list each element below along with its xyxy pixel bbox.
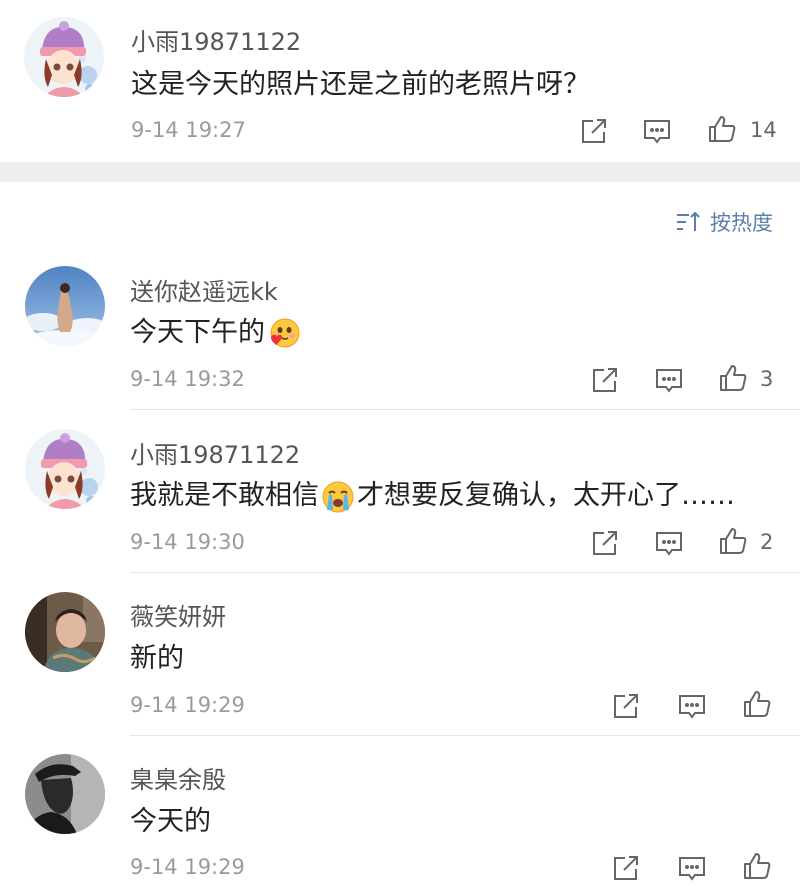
avatar-girl-image (25, 429, 105, 509)
like-count: 14 (750, 118, 777, 142)
avatar-sky-photo (25, 266, 105, 346)
username[interactable]: 小雨19871122 (130, 435, 300, 470)
avatar[interactable] (24, 17, 104, 97)
timestamp: 9-14 19:30 (130, 530, 245, 554)
avatar[interactable] (25, 429, 105, 509)
comment-icon[interactable] (641, 115, 673, 147)
comment-text: 今天的 (130, 806, 211, 837)
comment-text: 这是今天的照片还是之前的老照片呀？ (131, 69, 590, 100)
share-icon[interactable] (610, 852, 642, 884)
divider (130, 409, 800, 410)
thumbs-up-icon[interactable] (717, 362, 749, 394)
comment-icon[interactable] (676, 852, 708, 884)
username[interactable]: 送你赵遥远kk (130, 272, 278, 307)
avatar-girl-image (24, 17, 104, 97)
username[interactable]: 小雨19871122 (131, 22, 301, 57)
share-icon[interactable] (589, 364, 621, 396)
comment-text: 今天下午的 (130, 310, 303, 351)
comment-icon[interactable] (653, 527, 685, 559)
username[interactable]: 臬臬余殷 (130, 760, 226, 795)
top-comment: 小雨19871122 这是今天的照片还是之前的老照片呀？ 9-14 19:27 … (0, 0, 800, 162)
thumbs-up-icon[interactable] (706, 113, 738, 145)
divider (130, 735, 800, 736)
share-icon[interactable] (589, 527, 621, 559)
avatar-silhouette-photo (25, 754, 105, 834)
share-icon[interactable] (578, 115, 610, 147)
avatar[interactable] (25, 592, 105, 672)
sort-label: 按热度 (710, 211, 773, 235)
smiling-face-with-heart-emoji (267, 317, 301, 351)
avatar[interactable] (25, 266, 105, 346)
thumbs-up-icon[interactable] (717, 525, 749, 557)
comment-text: 我就是不敢相信 才想要反复确认，太开心了…… (130, 473, 735, 514)
like-count: 3 (760, 367, 774, 391)
divider (130, 572, 800, 573)
timestamp: 9-14 19:32 (130, 367, 245, 391)
thumbs-up-icon[interactable] (741, 850, 773, 882)
share-icon[interactable] (610, 690, 642, 722)
sort-icon (677, 211, 700, 231)
timestamp: 9-14 19:29 (130, 693, 245, 717)
username[interactable]: 薇笑妍妍 (130, 597, 226, 632)
section-separator (0, 162, 800, 182)
comment-text: 新的 (130, 643, 184, 674)
like-count: 2 (760, 530, 774, 554)
avatar[interactable] (25, 754, 105, 834)
sort-toggle[interactable]: 按热度 (676, 207, 773, 237)
timestamp: 9-14 19:29 (130, 855, 245, 879)
comment-icon[interactable] (676, 690, 708, 722)
timestamp: 9-14 19:27 (131, 118, 246, 142)
crying-face-emoji (321, 480, 355, 514)
comment-icon[interactable] (653, 364, 685, 396)
thumbs-up-icon[interactable] (741, 688, 773, 720)
avatar-person-photo (25, 592, 105, 672)
